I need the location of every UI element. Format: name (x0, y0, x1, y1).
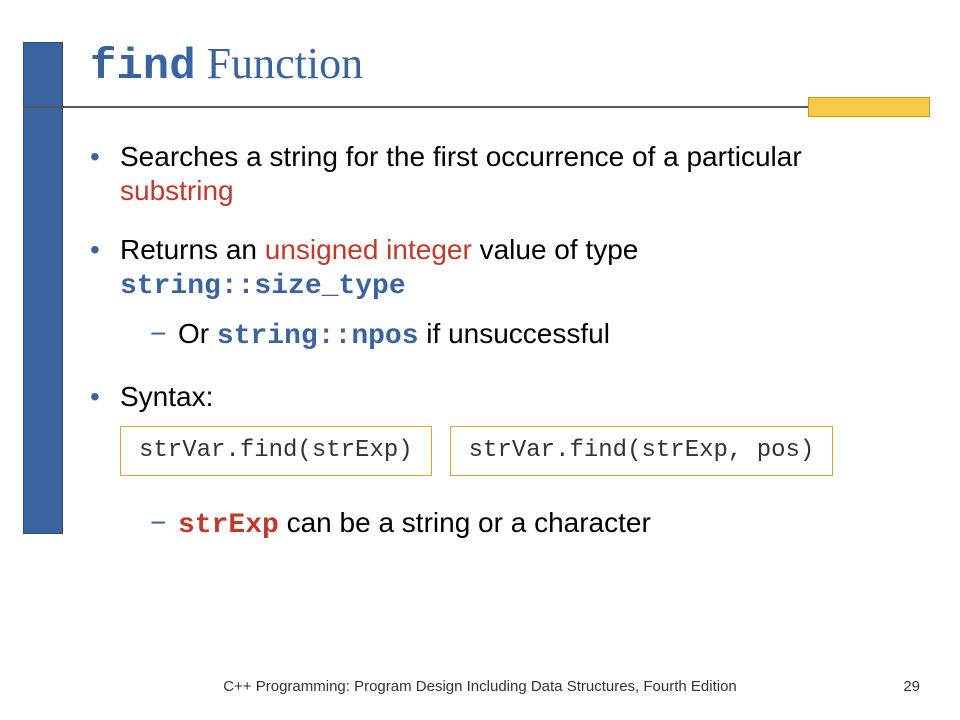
bullet-2: Returns an unsigned integer value of typ… (90, 233, 910, 354)
syntax-box-row: strVar.find(strExp) strVar.find(strExp, … (120, 426, 910, 477)
title-code: find (90, 42, 196, 92)
title-rest: Function (196, 39, 363, 88)
bullet-3-sub-text: can be a string or a character (279, 507, 651, 538)
left-accent-bar (23, 42, 63, 534)
bullet-2-sub: Or string::npos if unsuccessful (150, 317, 910, 354)
bullet-1-text: Searches a string for the first occurren… (120, 141, 802, 172)
title-divider (23, 106, 930, 108)
bullet-2-sub-list: Or string::npos if unsuccessful (120, 317, 910, 354)
bullet-2-text-a: Returns an (120, 234, 265, 265)
bullet-2-keyword: unsigned integer (265, 234, 472, 265)
footer-text: C++ Programming: Program Design Includin… (0, 678, 960, 695)
bullet-2-code: string::size_type (120, 271, 406, 302)
bullet-2-text-b: value of type (472, 234, 639, 265)
syntax-box-2: strVar.find(strExp, pos) (450, 426, 834, 477)
bullet-3-sub: strExp can be a string or a character (150, 506, 910, 543)
bullet-2-sub-code: string::npos (217, 321, 419, 352)
slide-title: find Function (90, 38, 363, 92)
bullet-1-keyword: substring (120, 175, 234, 206)
bullet-3-sub-code: strExp (178, 510, 279, 541)
content-area: Searches a string for the first occurren… (90, 140, 910, 569)
page-number: 29 (903, 678, 920, 695)
bullet-2-sub-text-b: if unsuccessful (419, 318, 610, 349)
slide: find Function Searches a string for the … (0, 0, 960, 720)
bullet-list: Searches a string for the first occurren… (90, 140, 910, 543)
bullet-3-text: Syntax: (120, 381, 213, 412)
bullet-3: Syntax: strVar.find(strExp) strVar.find(… (90, 380, 910, 543)
bullet-3-sub-list: strExp can be a string or a character (120, 506, 910, 543)
title-accent-block (808, 97, 930, 117)
bullet-2-sub-text-a: Or (178, 318, 217, 349)
syntax-box-1: strVar.find(strExp) (120, 426, 432, 477)
bullet-1: Searches a string for the first occurren… (90, 140, 910, 207)
